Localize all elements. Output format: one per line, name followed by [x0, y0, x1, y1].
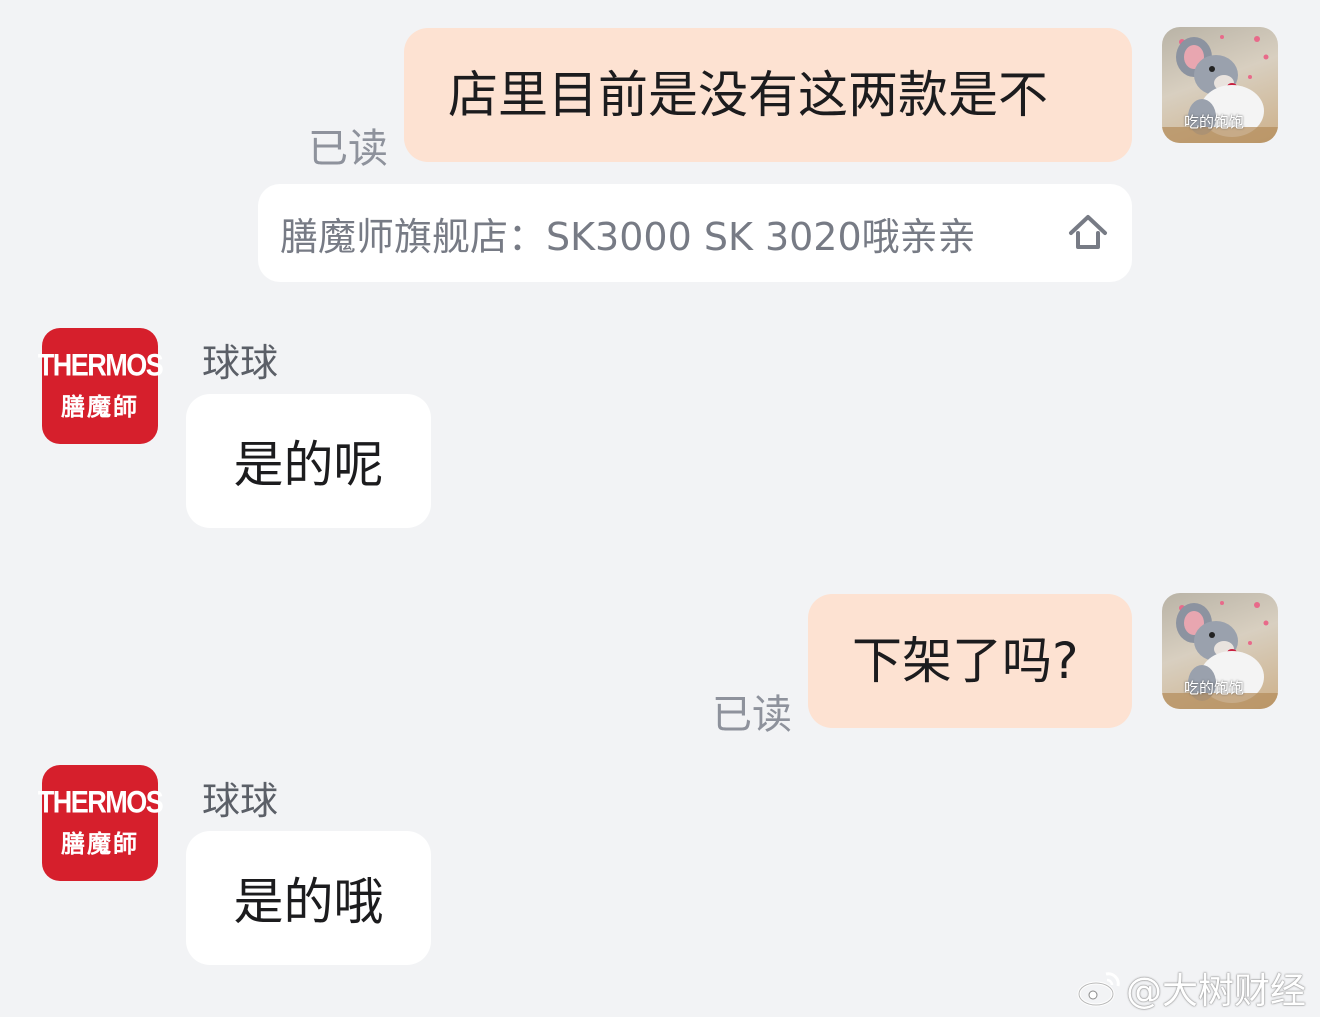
message-text: 是的呢	[233, 436, 384, 494]
brand-logo-cn: 膳魔師	[61, 394, 139, 421]
avatar-caption: 吃的饱饱	[1184, 679, 1245, 697]
quoted-reply[interactable]: 膳魔师旗舰店：SK3000 SK 3020哦亲亲	[258, 184, 1132, 282]
shop-avatar[interactable]: THERMOS 膳魔師	[38, 765, 164, 881]
avatar-caption: 吃的饱饱	[1184, 113, 1245, 131]
sender-name: 球球	[202, 779, 279, 823]
sender-name: 球球	[202, 341, 279, 385]
shop-avatar[interactable]: THERMOS 膳魔師	[38, 328, 164, 444]
incoming-message-bubble[interactable]: 是的呢	[186, 394, 431, 528]
brand-logo-en: THERMOS	[37, 347, 164, 383]
brand-logo-en: THERMOS	[37, 784, 164, 820]
watermark: @大树财经	[1076, 962, 1306, 1014]
message-text: 是的哦	[233, 873, 384, 931]
user-avatar[interactable]: 吃的饱饱	[1162, 27, 1278, 143]
brand-logo-cn: 膳魔師	[61, 831, 139, 858]
message-text: 下架了吗?	[852, 632, 1079, 690]
outgoing-message-bubble[interactable]: 下架了吗?	[808, 594, 1132, 728]
user-avatar[interactable]: 吃的饱饱	[1162, 593, 1278, 709]
incoming-message-bubble[interactable]: 是的哦	[186, 831, 431, 965]
read-status: 已读	[308, 126, 388, 172]
chat-window: 已读 店里目前是没有这两款是不 吃的饱饱 膳魔师旗舰店：SK3000 SK 30…	[0, 0, 1320, 1017]
watermark-text: @大树财经	[1125, 971, 1306, 1012]
quote-text: 膳魔师旗舰店：SK3000 SK 3020哦亲亲	[280, 214, 976, 259]
weibo-icon	[1077, 972, 1120, 1007]
expand-up-icon[interactable]	[1066, 211, 1110, 255]
message-text: 店里目前是没有这两款是不	[448, 66, 1048, 124]
outgoing-message-bubble[interactable]: 店里目前是没有这两款是不	[404, 28, 1132, 162]
read-status: 已读	[712, 692, 792, 738]
